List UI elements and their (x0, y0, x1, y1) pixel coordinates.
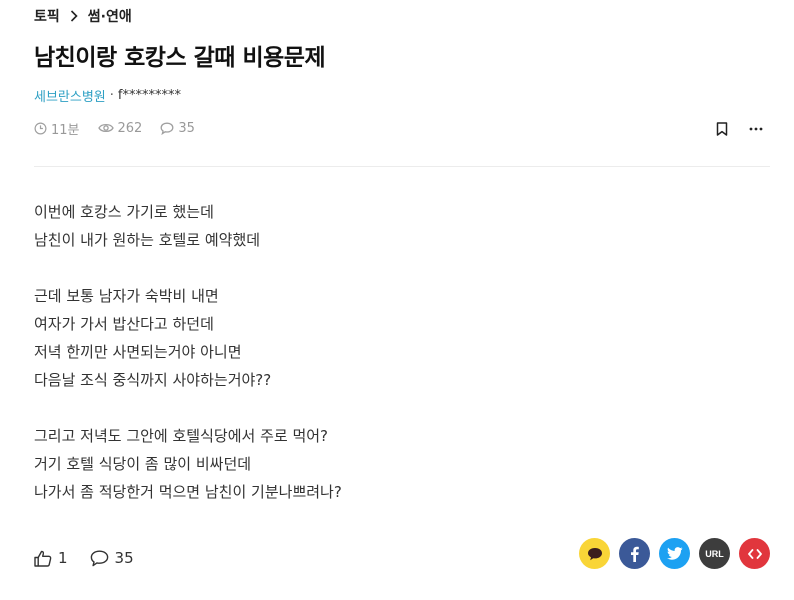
footer-comment-count: 35 (114, 549, 134, 567)
content-line: 여자가 가서 밥산다고 하던데 (34, 315, 214, 333)
breadcrumb-root-link[interactable]: 토픽 (34, 6, 60, 26)
speech-bubble-icon (90, 550, 108, 566)
clock-icon (34, 122, 47, 134)
comment-button[interactable]: 35 (90, 549, 134, 567)
chevron-right-icon (70, 10, 78, 22)
breadcrumb-current-link[interactable]: 썸·연애 (88, 6, 132, 26)
comments-meta: 35 (160, 121, 195, 136)
time-ago: 11분 (51, 122, 80, 138)
share-facebook-button[interactable] (619, 538, 650, 569)
post-footer-stats: 1 35 (34, 545, 156, 571)
url-icon: URL (705, 548, 724, 559)
bookmark-button[interactable] (710, 119, 734, 139)
post-content: 이번에 호캉스 가기로 했는데남친이 내가 원하는 호텔로 예약했데근데 보통 … (34, 198, 734, 506)
thumbs-up-icon (34, 550, 52, 567)
content-line: 저녁 한끼만 사면되는거야 아니면 (34, 343, 242, 361)
content-line: 남친이 내가 원하는 호텔로 예약했데 (34, 231, 261, 249)
content-line: 이번에 호캉스 가기로 했는데 (34, 203, 214, 221)
bookmark-icon (716, 122, 728, 136)
post-actions (700, 119, 768, 139)
post-meta: 11분 262 35 (34, 119, 213, 138)
content-blank-line (34, 394, 734, 422)
content-blank-line (34, 254, 734, 282)
content-line: 나가서 좀 적당한거 먹으면 남친이 기분나쁘려나? (34, 483, 342, 501)
share-url-button[interactable]: URL (699, 538, 730, 569)
time-meta: 11분 (34, 119, 80, 138)
post-title: 남친이랑 호캉스 갈때 비용문제 (34, 45, 326, 71)
author-separator: · (109, 88, 114, 103)
content-line: 거기 호텔 식당이 좀 많이 비싸던데 (34, 455, 252, 473)
content-line: 근데 보통 남자가 숙박비 내면 (34, 287, 219, 305)
author-info: 세브란스병원 · f********* (34, 86, 181, 105)
share-buttons: URL (570, 538, 770, 569)
code-icon (747, 548, 762, 559)
header-divider (34, 166, 770, 167)
eye-icon (97, 123, 114, 133)
twitter-icon (666, 547, 683, 560)
like-button[interactable]: 1 (34, 549, 68, 567)
share-embed-button[interactable] (739, 538, 770, 569)
content-line: 그리고 저녁도 그안에 호텔식당에서 주로 먹어? (34, 427, 329, 445)
author-nickname: f********* (117, 88, 181, 103)
like-count: 1 (58, 549, 68, 567)
view-count: 262 (117, 120, 143, 136)
content-line: 다음날 조식 중식까지 사야하는거야?? (34, 371, 272, 389)
more-horizontal-icon (749, 127, 763, 131)
share-kakao-button[interactable] (579, 538, 610, 569)
facebook-icon (631, 546, 639, 562)
more-options-button[interactable] (744, 119, 768, 139)
comment-count: 35 (178, 120, 195, 136)
share-twitter-button[interactable] (659, 538, 690, 569)
speech-bubble-icon (160, 122, 174, 135)
author-company-link[interactable]: 세브란스병원 (34, 86, 106, 105)
kakao-icon (587, 547, 602, 560)
breadcrumb: 토픽 썸·연애 (34, 6, 132, 26)
views-meta: 262 (97, 120, 143, 136)
